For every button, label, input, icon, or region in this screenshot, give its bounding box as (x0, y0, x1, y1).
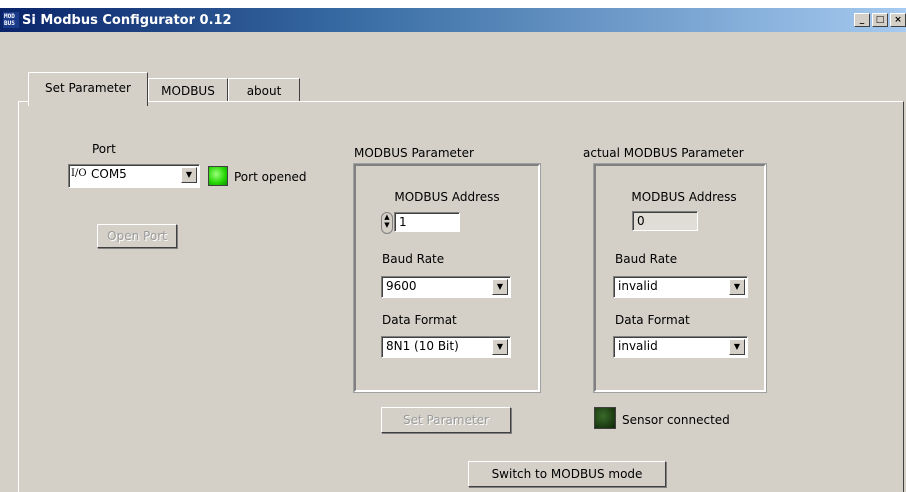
switch-modbus-mode-button[interactable]: Switch to MODBUS mode (468, 461, 666, 487)
chevron-down-icon[interactable]: ▼ (729, 279, 745, 295)
actual-baud-rate-select[interactable]: invalid ▼ (613, 276, 748, 298)
data-format-label: Data Format (382, 313, 457, 327)
actual-address-label: MODBUS Address (631, 190, 737, 204)
modbus-parameter-title: MODBUS Parameter (354, 146, 474, 160)
chevron-down-icon[interactable]: ▼ (181, 167, 197, 183)
chevron-down-icon[interactable]: ▼ (492, 339, 508, 355)
port-status-led (208, 166, 228, 186)
actual-data-format-select[interactable]: invalid ▼ (613, 336, 748, 358)
chevron-down-icon[interactable]: ▼ (729, 339, 745, 355)
actual-baud-rate-label: Baud Rate (615, 252, 678, 266)
minimize-button[interactable]: _ (854, 13, 870, 27)
actual-data-format-label: Data Format (615, 313, 690, 327)
port-label: Port (92, 142, 116, 156)
set-parameter-button[interactable]: Set Parameter (381, 407, 511, 433)
sensor-status-text: Sensor connected (622, 413, 730, 427)
chevron-down-icon[interactable]: ▼ (492, 279, 508, 295)
sensor-status-led (594, 407, 616, 429)
window-title: Si Modbus Configurator 0.12 (22, 13, 232, 28)
tab-set-parameter[interactable]: Set Parameter (28, 72, 148, 106)
actual-data-format-value: invalid (618, 339, 658, 353)
tab-about[interactable]: about (228, 78, 300, 102)
baud-rate-value: 9600 (386, 279, 417, 293)
port-status-text: Port opened (234, 170, 307, 184)
modbus-app-icon: MOD BUS (3, 12, 19, 28)
actual-address-field: 0 (632, 211, 698, 231)
maximize-button[interactable]: □ (872, 13, 888, 27)
address-spinner[interactable]: ▲ ▼ (381, 212, 393, 234)
modbus-address-input[interactable]: 1 (394, 212, 460, 232)
tab-modbus[interactable]: MODBUS (148, 78, 228, 102)
data-format-select[interactable]: 8N1 (10 Bit) ▼ (381, 336, 511, 358)
baud-rate-label: Baud Rate (382, 252, 445, 266)
close-button[interactable]: × (890, 13, 906, 27)
port-value: COM5 (91, 167, 127, 181)
actual-baud-rate-value: invalid (618, 279, 658, 293)
baud-rate-select[interactable]: 9600 ▼ (381, 276, 511, 298)
modbus-address-label: MODBUS Address (394, 190, 500, 204)
actual-parameter-title: actual MODBUS Parameter (583, 146, 744, 160)
io-icon: I/O (71, 168, 87, 179)
open-port-button[interactable]: Open Port (97, 224, 177, 248)
port-select[interactable]: I/O COM5 ▼ (68, 164, 200, 188)
data-format-value: 8N1 (10 Bit) (386, 339, 459, 353)
